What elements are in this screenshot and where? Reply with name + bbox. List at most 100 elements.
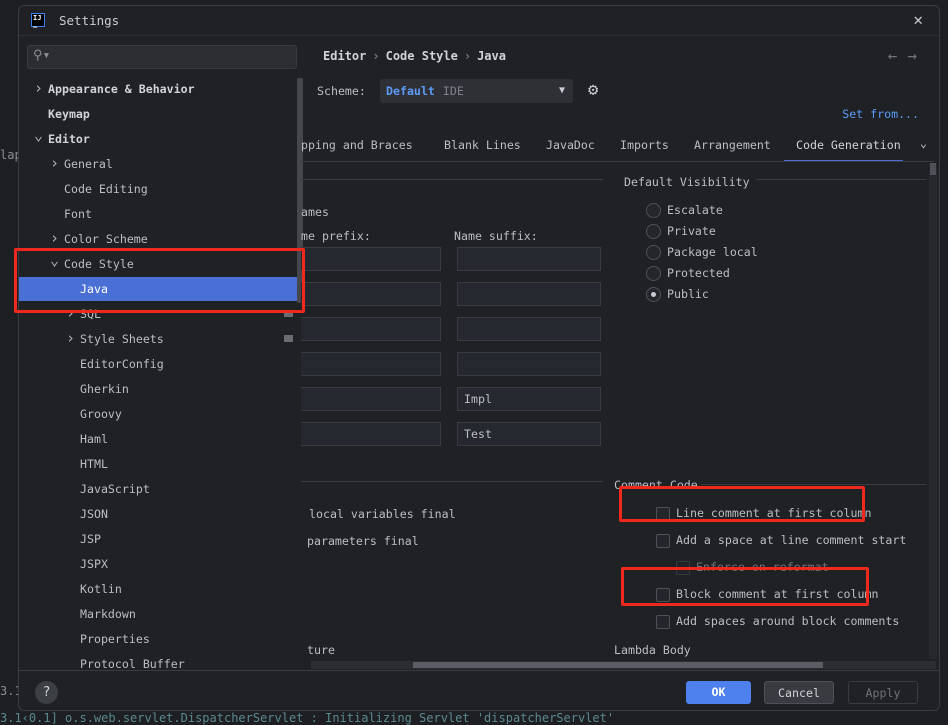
sidebar-item-label: Code Editing: [64, 182, 148, 196]
visibility-radio[interactable]: [646, 266, 661, 281]
chevron-down-icon[interactable]: ⌄: [920, 136, 927, 150]
comment-option-label[interactable]: Add a space at line comment start: [676, 533, 906, 547]
tab-imports[interactable]: Imports: [620, 138, 669, 152]
name-suffix-input[interactable]: [457, 247, 601, 271]
final-parameters-label[interactable]: parameters final: [307, 534, 419, 548]
sidebar-item[interactable]: HTML: [19, 452, 303, 476]
name-prefix-header: me prefix:: [301, 229, 371, 243]
comment-checkbox[interactable]: [656, 588, 670, 602]
visibility-option-label[interactable]: Package local: [667, 245, 758, 259]
sidebar-item[interactable]: Properties: [19, 627, 303, 651]
sidebar-item[interactable]: ⌄ Code Style: [19, 251, 303, 276]
sidebar-item[interactable]: ⌄ Editor: [19, 126, 303, 151]
name-prefix-input[interactable]: [301, 247, 441, 271]
tab-code-generation[interactable]: Code Generation: [784, 138, 903, 161]
sidebar-item[interactable]: JSP: [19, 527, 303, 551]
sidebar-item[interactable]: Gherkin: [19, 377, 303, 401]
visibility-option-label[interactable]: Private: [667, 224, 716, 238]
set-from-link[interactable]: Set from...: [842, 107, 919, 121]
sidebar-item-label: Color Scheme: [64, 232, 148, 246]
chevron-right-icon[interactable]: ›: [50, 151, 59, 175]
breadcrumb-item[interactable]: Code Style: [386, 49, 458, 63]
visibility-option-label[interactable]: Public: [667, 287, 709, 301]
comment-checkbox[interactable]: [676, 561, 690, 575]
chevron-right-icon[interactable]: ›: [50, 226, 59, 250]
section-title-signature: ture: [307, 643, 335, 657]
sidebar-item[interactable]: › Appearance & Behavior: [19, 77, 303, 101]
sidebar-item-label: Font: [64, 207, 92, 221]
visibility-option-label[interactable]: Protected: [667, 266, 730, 280]
visibility-option-label[interactable]: Escalate: [667, 203, 723, 217]
help-button[interactable]: ?: [35, 681, 58, 704]
sidebar-item[interactable]: › Style Sheets: [19, 327, 303, 351]
sidebar-item-label: Haml: [80, 432, 108, 446]
close-icon[interactable]: ✕: [913, 10, 923, 29]
gear-icon[interactable]: ⚙: [588, 80, 598, 100]
ok-button[interactable]: OK: [686, 681, 751, 704]
name-prefix-input[interactable]: [301, 282, 441, 306]
breadcrumb-item: Java: [477, 49, 506, 63]
footer-divider: [19, 670, 939, 671]
name-prefix-input[interactable]: [301, 422, 441, 446]
sidebar-item[interactable]: JavaScript: [19, 477, 303, 501]
intellij-logo-icon: IJ —: [31, 13, 45, 31]
chevron-down-icon[interactable]: ⌄: [34, 123, 43, 147]
name-suffix-input[interactable]: [457, 282, 601, 306]
apply-button[interactable]: Apply: [848, 681, 918, 704]
name-prefix-input[interactable]: [301, 317, 441, 341]
background-log-line: 3.1‹0.1] o.s.web.servlet.DispatcherServl…: [0, 711, 615, 725]
comment-checkbox[interactable]: [656, 507, 670, 521]
cancel-button[interactable]: Cancel: [764, 681, 834, 704]
name-suffix-input[interactable]: Test: [457, 422, 601, 446]
comment-checkbox[interactable]: [656, 615, 670, 629]
sidebar-item[interactable]: Java: [19, 277, 303, 301]
sidebar-item-label: JSON: [80, 507, 108, 521]
sidebar-item[interactable]: › Color Scheme: [19, 227, 303, 251]
comment-option-label[interactable]: Block comment at first column: [676, 587, 878, 601]
sidebar-item-label: Editor: [48, 132, 90, 146]
chevron-right-icon[interactable]: ›: [66, 301, 75, 325]
comment-option-label[interactable]: Add spaces around block comments: [676, 614, 899, 628]
visibility-radio[interactable]: [646, 224, 661, 239]
sidebar-item[interactable]: Code Editing: [19, 177, 303, 201]
scheme-dropdown[interactable]: Default IDE ▼: [380, 79, 573, 103]
name-prefix-input[interactable]: [301, 387, 441, 411]
comment-checkbox[interactable]: [656, 534, 670, 548]
sidebar-item[interactable]: Haml: [19, 427, 303, 451]
forward-arrow-icon[interactable]: →: [907, 46, 927, 65]
sidebar-item-label: HTML: [80, 457, 108, 471]
name-suffix-input[interactable]: [457, 317, 601, 341]
tab-javadoc[interactable]: JavaDoc: [546, 138, 595, 152]
sidebar-item[interactable]: JSPX: [19, 552, 303, 576]
tab-arrangement[interactable]: Arrangement: [694, 138, 771, 152]
content-vertical-scrollbar[interactable]: [929, 163, 937, 659]
sidebar-item[interactable]: Kotlin: [19, 577, 303, 601]
chevron-right-icon[interactable]: ›: [34, 76, 43, 100]
sidebar-item[interactable]: › SQL: [19, 302, 303, 326]
comment-option-label[interactable]: Line comment at first column: [676, 506, 871, 520]
comment-option-label[interactable]: Enforce on reformat: [696, 560, 829, 574]
sidebar-item[interactable]: JSON: [19, 502, 303, 526]
back-arrow-icon[interactable]: ←: [888, 46, 908, 65]
sidebar-item[interactable]: Protocol Buffer: [19, 652, 303, 668]
search-input[interactable]: ⚲▾: [27, 45, 297, 69]
chevron-right-icon[interactable]: ›: [66, 326, 75, 350]
name-suffix-input[interactable]: Impl: [457, 387, 601, 411]
visibility-radio[interactable]: [646, 245, 661, 260]
sidebar-item[interactable]: Markdown: [19, 602, 303, 626]
content-horizontal-scrollbar[interactable]: [311, 661, 936, 669]
name-prefix-input[interactable]: [301, 352, 441, 376]
name-suffix-input[interactable]: [457, 352, 601, 376]
breadcrumb-item[interactable]: Editor: [323, 49, 366, 63]
sidebar-item[interactable]: Groovy: [19, 402, 303, 426]
visibility-radio[interactable]: [646, 203, 661, 218]
tab-wrapping-and-braces[interactable]: pping and Braces: [301, 138, 413, 152]
sidebar-item[interactable]: Keymap: [19, 102, 303, 126]
final-local-variables-label[interactable]: local variables final: [309, 507, 456, 521]
tab-blank-lines[interactable]: Blank Lines: [444, 138, 521, 152]
visibility-radio[interactable]: [646, 287, 661, 302]
sidebar-item[interactable]: › General: [19, 152, 303, 176]
chevron-down-icon[interactable]: ⌄: [50, 248, 59, 272]
sidebar-item[interactable]: Font: [19, 202, 303, 226]
sidebar-item[interactable]: EditorConfig: [19, 352, 303, 376]
